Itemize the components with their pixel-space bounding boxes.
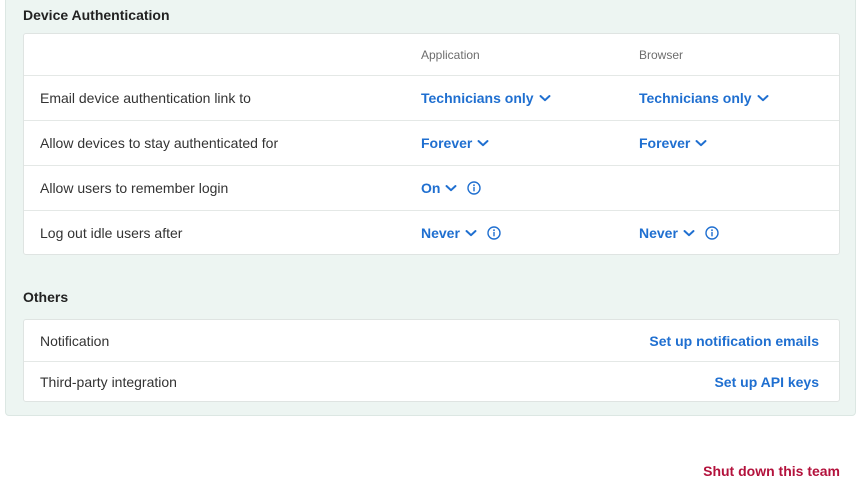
application-email-link-dropdown[interactable]: Technicians only: [421, 90, 551, 106]
others-title: Others: [23, 289, 69, 305]
column-header-browser: Browser: [639, 47, 684, 62]
row-label: Log out idle users after: [40, 224, 183, 241]
info-icon[interactable]: [705, 225, 719, 240]
row-label: Allow devices to stay authenticated for: [40, 135, 279, 151]
dropdown-value: Technicians only: [421, 90, 534, 106]
chevron-down-icon: [445, 185, 457, 192]
shut-down-team-link[interactable]: Shut down this team: [703, 463, 840, 479]
browser-email-link-dropdown[interactable]: Technicians only: [639, 90, 769, 106]
others-card: Notification Set up notification emails …: [23, 319, 840, 402]
chevron-down-icon: [695, 140, 707, 147]
dropdown-value: Technicians only: [639, 90, 752, 106]
application-idle-logout-dropdown[interactable]: Never: [421, 225, 501, 241]
dropdown-value: Never: [421, 224, 460, 241]
dropdown-value: Forever: [639, 135, 691, 151]
device-auth-row-email-link: Email device authentication link to Tech…: [24, 75, 839, 120]
browser-idle-logout-dropdown[interactable]: Never: [639, 225, 719, 241]
dropdown-value: On: [421, 180, 441, 196]
settings-panel: Device Authentication Application Browse…: [5, 0, 856, 416]
others-row-notification: Notification Set up notification emails: [24, 320, 839, 361]
application-remember-login-dropdown[interactable]: On: [421, 180, 482, 196]
setup-notification-emails-link[interactable]: Set up notification emails: [649, 333, 819, 349]
device-auth-row-stay-authenticated: Allow devices to stay authenticated for …: [24, 120, 839, 165]
info-icon[interactable]: [487, 225, 501, 240]
column-header-application: Application: [421, 47, 480, 62]
row-label: Notification: [40, 332, 110, 349]
browser-stay-authenticated-dropdown[interactable]: Forever: [639, 135, 707, 151]
chevron-down-icon: [465, 229, 477, 236]
application-stay-authenticated-dropdown[interactable]: Forever: [421, 135, 489, 151]
chevron-down-icon: [683, 229, 695, 236]
dropdown-value: Never: [639, 224, 678, 241]
others-row-third-party: Third-party integration Set up API keys: [24, 361, 839, 401]
setup-api-keys-link[interactable]: Set up API keys: [714, 374, 819, 390]
info-icon[interactable]: [467, 181, 482, 195]
row-label: Third-party integration: [40, 373, 177, 390]
chevron-down-icon: [477, 140, 489, 147]
row-label: Email device authentication link to: [40, 90, 251, 106]
device-auth-card: Application Browser Email device authent…: [23, 33, 840, 255]
chevron-down-icon: [539, 95, 551, 102]
dropdown-value: Forever: [421, 135, 473, 151]
chevron-down-icon: [757, 95, 769, 102]
device-auth-title: Device Authentication: [23, 7, 170, 23]
device-auth-row-idle-logout: Log out idle users after Never Never: [24, 210, 839, 254]
device-auth-header-row: Application Browser: [24, 34, 839, 75]
row-label: Allow users to remember login: [40, 180, 229, 196]
device-auth-row-remember-login: Allow users to remember login On: [24, 165, 839, 210]
